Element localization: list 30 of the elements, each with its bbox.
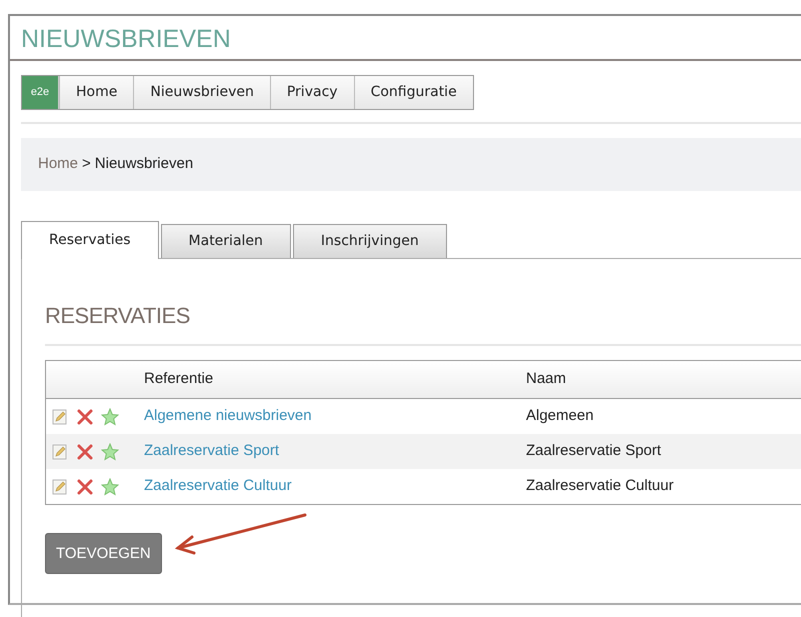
star-icon[interactable] — [101, 408, 119, 426]
delete-icon[interactable] — [76, 478, 94, 496]
logo: e2e — [22, 76, 59, 109]
table-cell: Zaalreservatie Sport — [526, 442, 662, 460]
tab[interactable]: Reservaties — [21, 221, 159, 259]
tab[interactable]: Inschrijvingen — [292, 224, 447, 258]
breadcrumb-link[interactable]: Home — [38, 153, 78, 176]
page-title: NIEUWSBRIEVEN — [21, 24, 231, 55]
column-header: Naam — [526, 370, 566, 388]
reference-link[interactable]: Zaalreservatie Cultuur — [144, 477, 292, 494]
add-button[interactable]: TOEVOEGEN — [45, 533, 162, 574]
edit-icon[interactable] — [51, 478, 69, 496]
reference-link[interactable]: Algemene nieuwsbrieven — [144, 407, 312, 424]
delete-icon[interactable] — [76, 408, 94, 426]
edit-icon[interactable] — [51, 408, 69, 426]
nav-item[interactable]: Nieuwsbrieven — [133, 76, 270, 109]
star-icon[interactable] — [101, 478, 119, 496]
delete-icon[interactable] — [76, 442, 94, 460]
table-cell: Zaalreservatie Cultuur — [526, 477, 674, 494]
edit-icon[interactable] — [51, 442, 69, 460]
star-icon[interactable] — [101, 442, 119, 460]
tab[interactable]: Materialen — [160, 224, 291, 258]
table-cell: Algemeen — [526, 407, 594, 424]
nav-item[interactable]: Configuratie — [354, 76, 473, 109]
breadcrumb-current: Nieuwsbrieven — [94, 154, 194, 174]
section-title: RESERVATIES — [45, 302, 190, 330]
column-header: Referentie — [144, 370, 214, 388]
nav-item[interactable]: Privacy — [270, 76, 354, 109]
breadcrumb-separator: > — [82, 154, 91, 174]
nav-item[interactable]: Home — [59, 76, 134, 109]
